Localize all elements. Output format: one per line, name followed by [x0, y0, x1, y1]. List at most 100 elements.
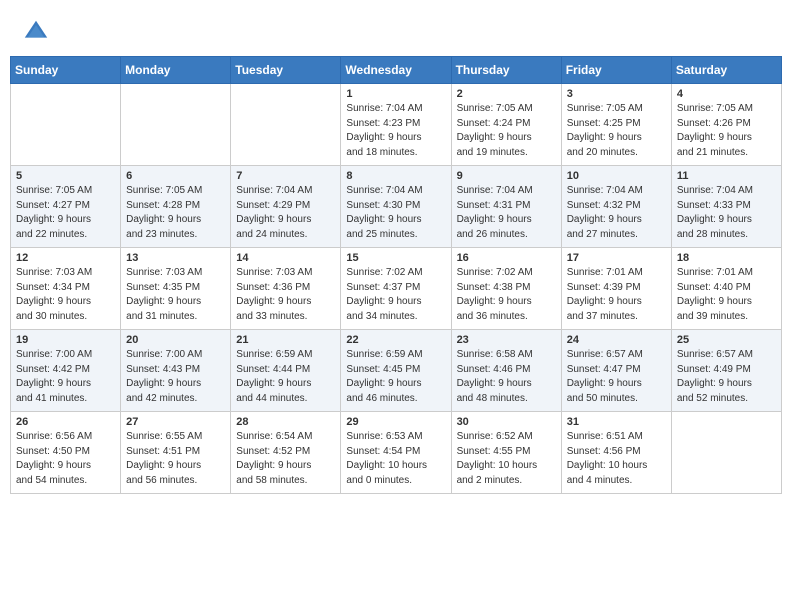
day-number: 14	[236, 252, 335, 264]
day-number: 12	[16, 252, 115, 264]
day-number: 30	[457, 416, 556, 428]
column-header-sunday: Sunday	[11, 57, 121, 84]
day-number: 24	[567, 334, 666, 346]
calendar-cell	[11, 84, 121, 166]
day-info: Sunrise: 6:58 AM Sunset: 4:46 PM Dayligh…	[457, 348, 556, 406]
day-number: 26	[16, 416, 115, 428]
day-info: Sunrise: 6:53 AM Sunset: 4:54 PM Dayligh…	[346, 430, 445, 488]
calendar-cell: 7 Sunrise: 7:04 AM Sunset: 4:29 PM Daylig…	[231, 166, 341, 248]
page-header	[10, 10, 782, 50]
column-header-thursday: Thursday	[451, 57, 561, 84]
calendar-cell: 9Sunrise: 7:04 AM Sunset: 4:31 PM Daylig…	[451, 166, 561, 248]
calendar-cell: 29 Sunrise: 6:53 AM Sunset: 4:54 PM Dayli…	[341, 412, 451, 494]
calendar-cell: 24 Sunrise: 6:57 AM Sunset: 4:47 PM Dayli…	[561, 330, 671, 412]
column-header-friday: Friday	[561, 57, 671, 84]
day-info: Sunrise: 6:52 AM Sunset: 4:55 PM Dayligh…	[457, 430, 556, 488]
day-info: Sunrise: 7:05 AM Sunset: 4:27 PM Dayligh…	[16, 184, 115, 242]
column-header-saturday: Saturday	[671, 57, 781, 84]
day-info: Sunrise: 6:59 AM Sunset: 4:45 PM Dayligh…	[346, 348, 445, 406]
day-number: 13	[126, 252, 225, 264]
day-number: 1	[346, 88, 445, 100]
calendar-cell: 2Sunrise: 7:05 AM Sunset: 4:24 PM Daylig…	[451, 84, 561, 166]
calendar-cell: 30 Sunrise: 6:52 AM Sunset: 4:55 PM Dayli…	[451, 412, 561, 494]
week-row-5: 26 Sunrise: 6:56 AM Sunset: 4:50 PM Dayli…	[11, 412, 782, 494]
day-number: 8	[346, 170, 445, 182]
day-info: Sunrise: 6:51 AM Sunset: 4:56 PM Dayligh…	[567, 430, 666, 488]
day-info: Sunrise: 6:57 AM Sunset: 4:47 PM Dayligh…	[567, 348, 666, 406]
calendar-cell: 21Sunrise: 6:59 AM Sunset: 4:44 PM Dayli…	[231, 330, 341, 412]
column-header-wednesday: Wednesday	[341, 57, 451, 84]
calendar-cell: 14 Sunrise: 7:03 AM Sunset: 4:36 PM Dayli…	[231, 248, 341, 330]
column-header-tuesday: Tuesday	[231, 57, 341, 84]
day-number: 3	[567, 88, 666, 100]
day-info: Sunrise: 7:04 AM Sunset: 4:23 PM Dayligh…	[346, 102, 445, 160]
calendar-cell: 13Sunrise: 7:03 AM Sunset: 4:35 PM Dayli…	[121, 248, 231, 330]
calendar-cell: 22Sunrise: 6:59 AM Sunset: 4:45 PM Dayli…	[341, 330, 451, 412]
calendar-cell: 12 Sunrise: 7:03 AM Sunset: 4:34 PM Dayli…	[11, 248, 121, 330]
calendar-cell: 19 Sunrise: 7:00 AM Sunset: 4:42 PM Dayli…	[11, 330, 121, 412]
day-number: 23	[457, 334, 556, 346]
calendar-cell: 4 Sunrise: 7:05 AM Sunset: 4:26 PM Daylig…	[671, 84, 781, 166]
day-info: Sunrise: 7:05 AM Sunset: 4:26 PM Dayligh…	[677, 102, 776, 160]
calendar-cell	[121, 84, 231, 166]
calendar-cell: 15Sunrise: 7:02 AM Sunset: 4:37 PM Dayli…	[341, 248, 451, 330]
day-number: 16	[457, 252, 556, 264]
calendar-cell: 1 Sunrise: 7:04 AM Sunset: 4:23 PM Daylig…	[341, 84, 451, 166]
day-info: Sunrise: 7:03 AM Sunset: 4:36 PM Dayligh…	[236, 266, 335, 324]
day-number: 6	[126, 170, 225, 182]
day-info: Sunrise: 7:00 AM Sunset: 4:42 PM Dayligh…	[16, 348, 115, 406]
day-info: Sunrise: 7:04 AM Sunset: 4:33 PM Dayligh…	[677, 184, 776, 242]
day-info: Sunrise: 6:59 AM Sunset: 4:44 PM Dayligh…	[236, 348, 335, 406]
logo	[22, 18, 54, 46]
calendar-cell	[671, 412, 781, 494]
day-info: Sunrise: 7:01 AM Sunset: 4:39 PM Dayligh…	[567, 266, 666, 324]
day-info: Sunrise: 6:54 AM Sunset: 4:52 PM Dayligh…	[236, 430, 335, 488]
day-info: Sunrise: 7:03 AM Sunset: 4:34 PM Dayligh…	[16, 266, 115, 324]
day-number: 5	[16, 170, 115, 182]
day-info: Sunrise: 7:00 AM Sunset: 4:43 PM Dayligh…	[126, 348, 225, 406]
calendar-cell: 18 Sunrise: 7:01 AM Sunset: 4:40 PM Dayli…	[671, 248, 781, 330]
calendar-cell: 20 Sunrise: 7:00 AM Sunset: 4:43 PM Dayli…	[121, 330, 231, 412]
day-info: Sunrise: 7:04 AM Sunset: 4:30 PM Dayligh…	[346, 184, 445, 242]
calendar-cell: 26 Sunrise: 6:56 AM Sunset: 4:50 PM Dayli…	[11, 412, 121, 494]
day-info: Sunrise: 6:55 AM Sunset: 4:51 PM Dayligh…	[126, 430, 225, 488]
week-row-3: 12 Sunrise: 7:03 AM Sunset: 4:34 PM Dayli…	[11, 248, 782, 330]
day-number: 17	[567, 252, 666, 264]
calendar-cell: 23 Sunrise: 6:58 AM Sunset: 4:46 PM Dayli…	[451, 330, 561, 412]
day-info: Sunrise: 7:04 AM Sunset: 4:29 PM Dayligh…	[236, 184, 335, 242]
day-info: Sunrise: 7:04 AM Sunset: 4:32 PM Dayligh…	[567, 184, 666, 242]
week-row-2: 5 Sunrise: 7:05 AM Sunset: 4:27 PM Daylig…	[11, 166, 782, 248]
day-info: Sunrise: 7:01 AM Sunset: 4:40 PM Dayligh…	[677, 266, 776, 324]
day-number: 15	[346, 252, 445, 264]
day-info: Sunrise: 7:02 AM Sunset: 4:38 PM Dayligh…	[457, 266, 556, 324]
calendar-cell	[231, 84, 341, 166]
calendar-cell: 28 Sunrise: 6:54 AM Sunset: 4:52 PM Dayli…	[231, 412, 341, 494]
week-row-4: 19 Sunrise: 7:00 AM Sunset: 4:42 PM Dayli…	[11, 330, 782, 412]
day-number: 31	[567, 416, 666, 428]
day-info: Sunrise: 7:05 AM Sunset: 4:24 PM Dayligh…	[457, 102, 556, 160]
day-info: Sunrise: 7:05 AM Sunset: 4:28 PM Dayligh…	[126, 184, 225, 242]
calendar-table: SundayMondayTuesdayWednesdayThursdayFrid…	[10, 56, 782, 494]
day-number: 18	[677, 252, 776, 264]
calendar-cell: 5 Sunrise: 7:05 AM Sunset: 4:27 PM Daylig…	[11, 166, 121, 248]
day-info: Sunrise: 7:04 AM Sunset: 4:31 PM Dayligh…	[457, 184, 556, 242]
day-number: 4	[677, 88, 776, 100]
day-info: Sunrise: 7:05 AM Sunset: 4:25 PM Dayligh…	[567, 102, 666, 160]
day-number: 27	[126, 416, 225, 428]
week-row-1: 1 Sunrise: 7:04 AM Sunset: 4:23 PM Daylig…	[11, 84, 782, 166]
day-number: 20	[126, 334, 225, 346]
day-number: 7	[236, 170, 335, 182]
calendar-cell: 11 Sunrise: 7:04 AM Sunset: 4:33 PM Dayli…	[671, 166, 781, 248]
column-header-monday: Monday	[121, 57, 231, 84]
day-number: 10	[567, 170, 666, 182]
day-info: Sunrise: 6:56 AM Sunset: 4:50 PM Dayligh…	[16, 430, 115, 488]
calendar-cell: 8 Sunrise: 7:04 AM Sunset: 4:30 PM Daylig…	[341, 166, 451, 248]
day-number: 19	[16, 334, 115, 346]
day-number: 11	[677, 170, 776, 182]
calendar-cell: 17 Sunrise: 7:01 AM Sunset: 4:39 PM Dayli…	[561, 248, 671, 330]
day-number: 29	[346, 416, 445, 428]
day-number: 28	[236, 416, 335, 428]
calendar-cell: 16 Sunrise: 7:02 AM Sunset: 4:38 PM Dayli…	[451, 248, 561, 330]
calendar-cell: 25Sunrise: 6:57 AM Sunset: 4:49 PM Dayli…	[671, 330, 781, 412]
calendar-header-row: SundayMondayTuesdayWednesdayThursdayFrid…	[11, 57, 782, 84]
